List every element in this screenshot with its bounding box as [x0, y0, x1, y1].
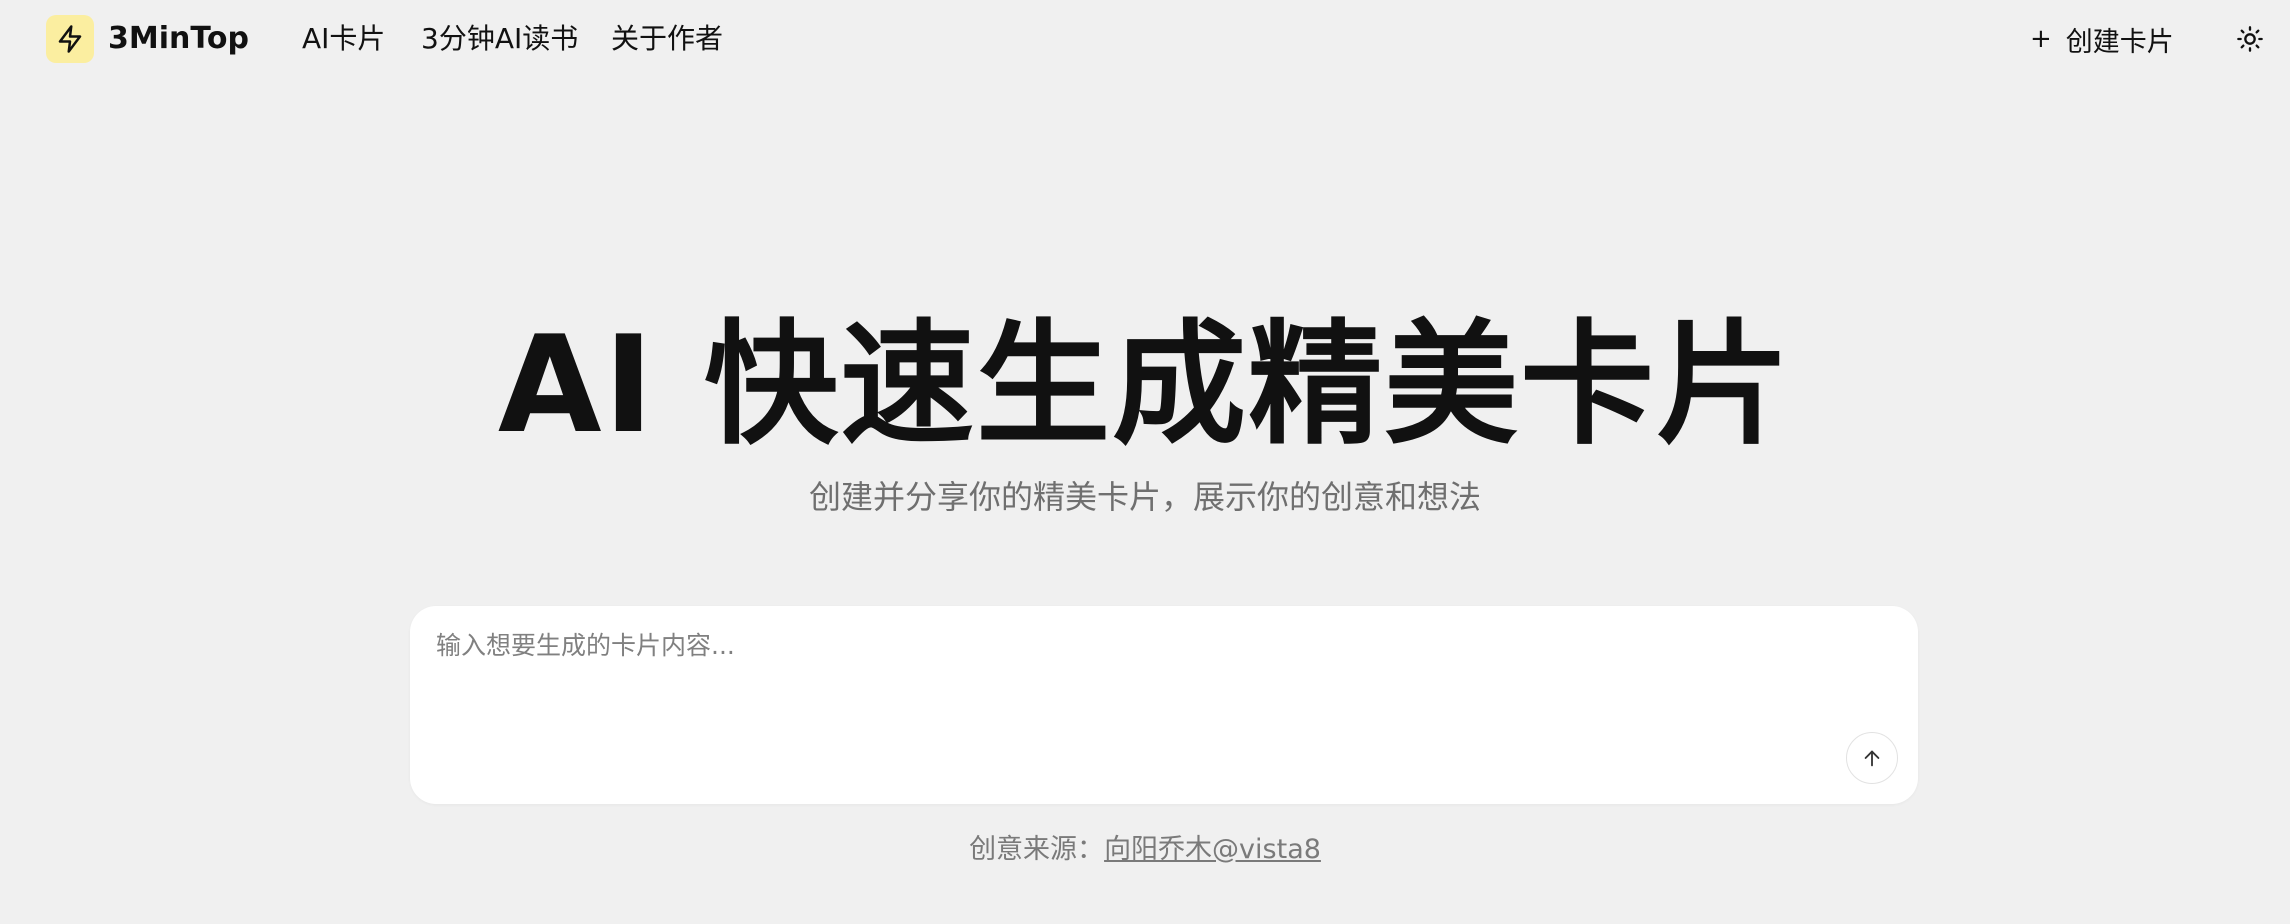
brand-name[interactable]: 3MinTop [108, 17, 249, 61]
create-card-label: 创建卡片 [2065, 26, 2174, 58]
prompt-input[interactable] [436, 628, 1836, 738]
arrow-up-icon [1864, 750, 1880, 767]
credit-author-link[interactable]: 向阳乔木@vista8 [1104, 834, 1321, 865]
nav-link-ai-cards[interactable]: AI卡片 [302, 17, 385, 61]
plus-icon: + [2030, 24, 2052, 54]
credit-line: 创意来源：向阳乔木@vista8 [0, 828, 2290, 872]
nav-link-about-author[interactable]: 关于作者 [611, 17, 723, 61]
top-navbar: 3MinTop AI卡片 3分钟AI读书 关于作者 + 创建卡片 [0, 0, 2290, 78]
send-button[interactable] [1846, 732, 1898, 784]
sun-icon [2237, 26, 2263, 52]
credit-prefix: 创意来源： [969, 834, 1105, 865]
theme-toggle-button[interactable] [2232, 21, 2268, 57]
nav-link-3min-reading[interactable]: 3分钟AI读书 [421, 17, 578, 61]
prompt-composer [410, 606, 1918, 804]
lightning-bolt-icon [58, 25, 82, 53]
hero-title: AI 快速生成精美卡片 [497, 307, 1793, 463]
logo[interactable] [46, 15, 94, 63]
create-card-button[interactable]: + 创建卡片 [2030, 17, 2174, 61]
page: 3MinTop AI卡片 3分钟AI读书 关于作者 + 创建卡片 AI 快速生成… [0, 0, 2290, 924]
hero-subtitle: 创建并分享你的精美卡片，展示你的创意和想法 [808, 478, 1481, 516]
